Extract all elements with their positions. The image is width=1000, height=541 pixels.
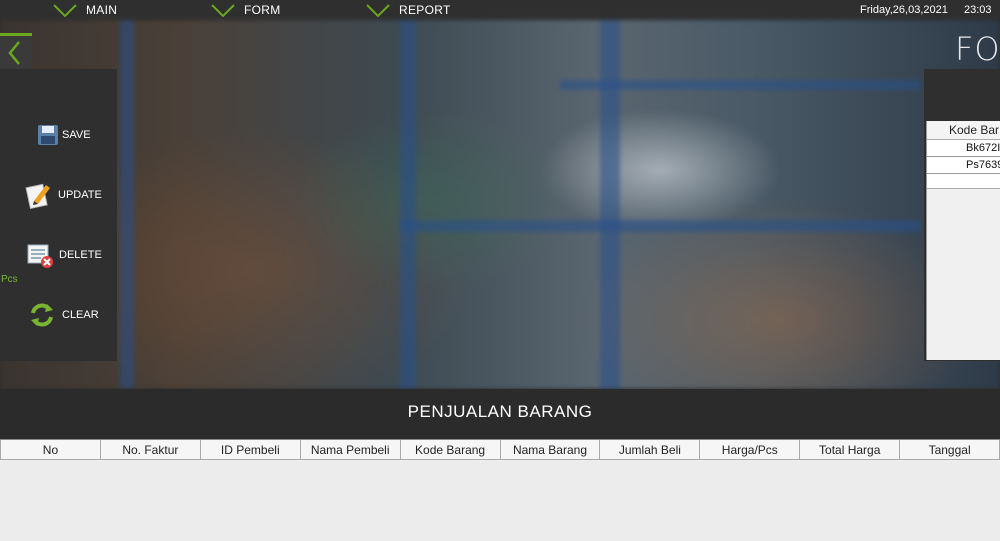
table-row[interactable]: Ps7639	[927, 157, 1000, 174]
save-label: SAVE	[62, 129, 91, 141]
section-header: PENJUALAN BARANG	[0, 389, 1000, 439]
chevron-down-icon	[366, 4, 390, 18]
time-display: 23:03	[964, 4, 992, 16]
table-row[interactable]: Bk672I	[927, 140, 1000, 157]
clear-label: CLEAR	[62, 309, 99, 321]
column-header-tanggal[interactable]: Tanggal	[900, 440, 1000, 460]
nav-report[interactable]: REPORT	[365, 0, 451, 20]
chevron-down-icon	[53, 4, 77, 18]
column-header-total-harga[interactable]: Total Harga	[800, 440, 901, 460]
table-row-empty[interactable]	[927, 174, 1000, 189]
update-label: UPDATE	[58, 189, 102, 201]
update-button[interactable]: UPDATE	[0, 175, 117, 215]
date-display: Friday,26,03,2021	[860, 4, 948, 16]
nav-form[interactable]: FORM	[210, 0, 281, 20]
clear-button[interactable]: CLEAR	[0, 295, 117, 335]
column-header-nama-pembeli[interactable]: Nama Pembeli	[300, 440, 401, 460]
edit-document-icon	[24, 181, 52, 209]
chevron-left-icon	[8, 41, 20, 65]
nav-main-label: MAIN	[86, 3, 118, 17]
column-header-harga-pcs[interactable]: Harga/Pcs	[700, 440, 801, 460]
pcs-label: Pcs	[1, 274, 18, 285]
floppy-disk-icon	[34, 121, 62, 149]
nav-main[interactable]: MAIN	[52, 0, 117, 20]
delete-list-icon	[26, 241, 54, 269]
form-title: FO	[955, 30, 1000, 68]
chevron-down-icon	[211, 4, 235, 18]
nav-form-label: FORM	[244, 3, 281, 17]
nav-report-label: REPORT	[399, 3, 451, 17]
column-header-nama-barang[interactable]: Nama Barang	[500, 440, 601, 460]
top-nav-bar: MAIN FORM REPORT Friday,26,03,2021 23:03	[0, 0, 1000, 20]
penjualan-table[interactable]: No No. Faktur ID Pembeli Nama Pembeli Ko…	[0, 439, 1000, 541]
warehouse-background-image	[0, 20, 1000, 389]
refresh-icon	[28, 301, 56, 329]
column-header-no-faktur[interactable]: No. Faktur	[100, 440, 201, 460]
delete-label: DELETE	[59, 249, 102, 261]
action-sidebar: SAVE UPDATE DELETE CLEAR	[0, 69, 117, 361]
column-header-id-pembeli[interactable]: ID Pembeli	[200, 440, 301, 460]
delete-button[interactable]: DELETE	[0, 235, 117, 275]
column-header-no[interactable]: No	[0, 440, 101, 460]
column-header-jumlah-beli[interactable]: Jumlah Beli	[600, 440, 701, 460]
save-button[interactable]: SAVE	[0, 115, 117, 155]
column-header-kode-barang[interactable]: Kode Barang	[400, 440, 501, 460]
barang-lookup-table[interactable]: Kode Bar Bk672I Ps7639	[926, 121, 1000, 360]
section-title: PENJUALAN BARANG	[407, 402, 593, 421]
table-header-row: No No. Faktur ID Pembeli Nama Pembeli Ko…	[0, 440, 1000, 460]
back-button[interactable]	[0, 33, 32, 69]
column-header-kode-barang[interactable]: Kode Bar	[927, 121, 1000, 140]
